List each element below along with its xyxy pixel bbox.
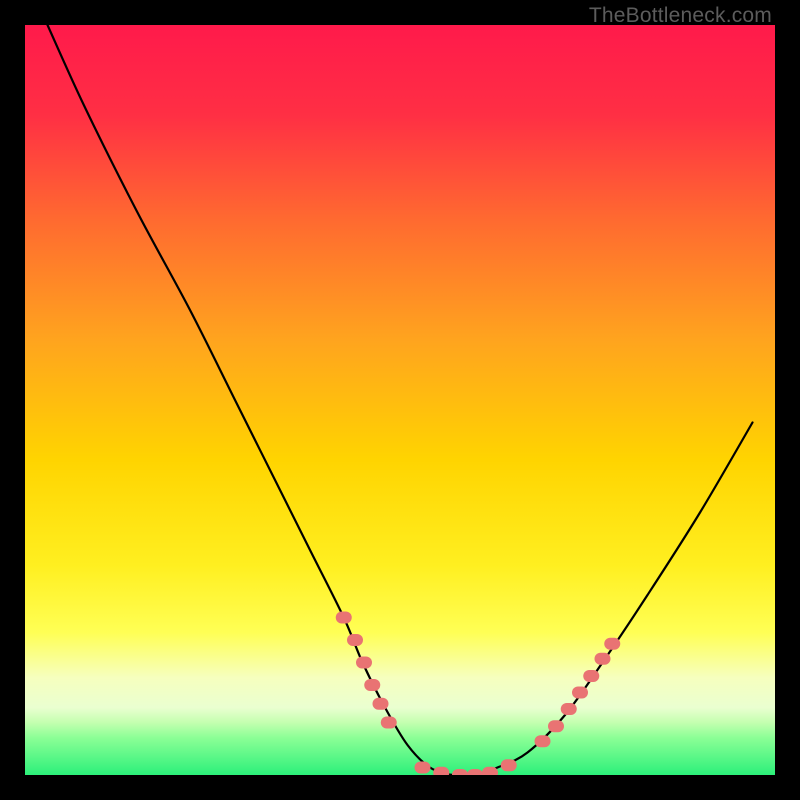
data-marker [482,767,498,775]
data-marker [415,762,431,774]
plot-area [25,25,775,775]
data-marker [356,657,372,669]
data-marker [433,767,449,775]
data-marker [364,679,380,691]
data-marker [373,698,389,710]
data-marker [381,717,397,729]
data-marker [452,769,468,775]
data-marker [561,703,577,715]
data-marker [572,687,588,699]
curve-layer [25,25,775,775]
data-marker [595,653,611,665]
chart-container: TheBottleneck.com [0,0,800,800]
data-marker [583,670,599,682]
data-marker [347,634,363,646]
data-marker [501,759,517,771]
data-marker [604,638,620,650]
data-marker [535,735,551,747]
data-marker [548,720,564,732]
data-marker [336,612,352,624]
data-marker [467,769,483,775]
bottleneck-curve [48,25,753,775]
